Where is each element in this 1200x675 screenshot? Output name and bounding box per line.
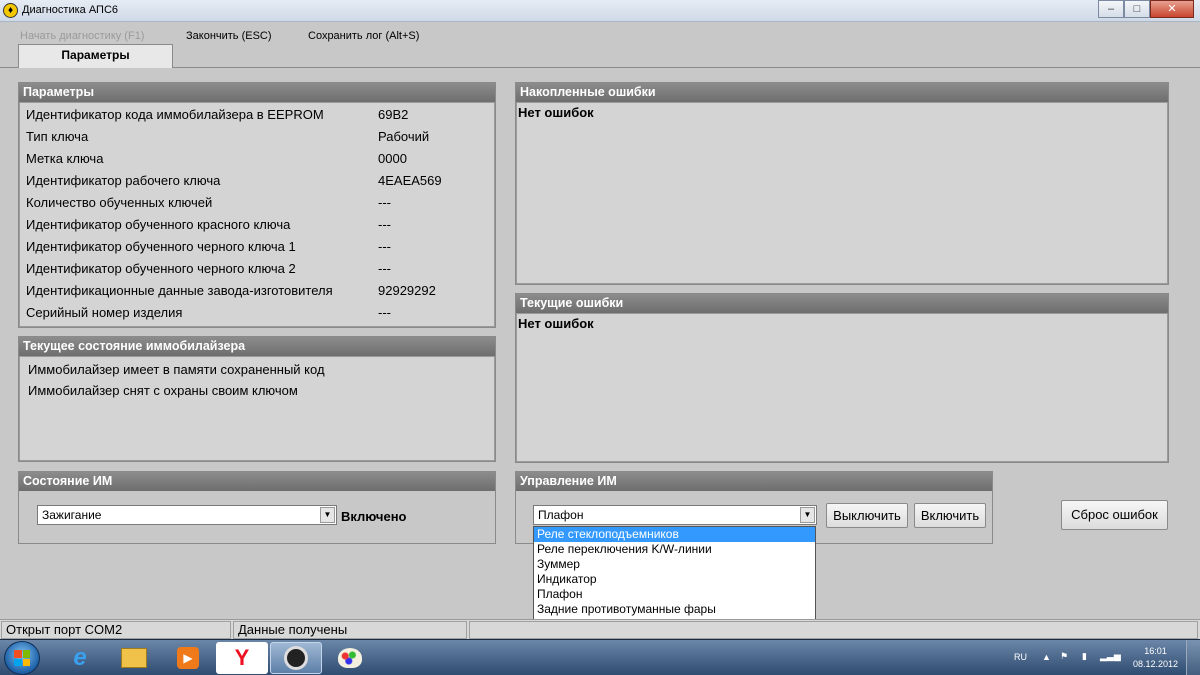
tab-strip: Параметры (0, 44, 1200, 68)
dropdown-option[interactable]: Реле стеклоподъемников (534, 527, 815, 542)
parameter-name: Идентификатор обученного черного ключа 2 (26, 261, 296, 276)
flag-icon[interactable]: ⚑ (1060, 651, 1068, 662)
parameter-value: 69B2 (378, 107, 409, 122)
dropdown-option[interactable]: Реле переключения K/W-линии (534, 542, 815, 557)
menu-save-log[interactable]: Сохранить лог (Alt+S) (308, 30, 419, 42)
signal-icon[interactable]: ▂▃▅ (1100, 651, 1121, 662)
chevron-down-icon[interactable]: ▼ (320, 507, 335, 523)
explorer-icon[interactable] (108, 642, 160, 674)
app-icon: ♦ (3, 3, 18, 18)
dropdown-option[interactable]: Плафон (534, 587, 815, 602)
current-errors-text: Нет ошибок (518, 316, 594, 331)
parameters-header: Параметры (19, 83, 495, 102)
parameter-name: Идентификатор рабочего ключа (26, 173, 221, 188)
parameter-row: Тип ключа Рабочий (20, 126, 494, 148)
parameters-list: Идентификатор кода иммобилайзера в EEPRO… (19, 102, 495, 327)
immo-state-line: Иммобилайзер снят с охраны своим ключом (28, 383, 298, 398)
close-button[interactable]: ✕ (1150, 0, 1194, 18)
parameter-row: Идентификатор обученного черного ключа 1… (20, 236, 494, 258)
chevron-down-icon[interactable]: ▼ (800, 507, 815, 523)
parameter-name: Идентификатор обученного черного ключа 1 (26, 239, 296, 254)
parameter-name: Идентификатор кода иммобилайзера в EEPRO… (26, 107, 324, 122)
im-control-header: Управление ИМ (516, 472, 992, 491)
immo-state-header: Текущее состояние иммобилайзера (19, 337, 495, 356)
im-state-select[interactable]: Зажигание ▼ (37, 505, 337, 525)
yandex-browser-icon[interactable]: Y (216, 642, 268, 674)
parameter-value: --- (378, 305, 391, 320)
ie-icon[interactable]: e (54, 642, 106, 674)
current-errors-header: Текущие ошибки (516, 294, 1168, 313)
parameter-value: --- (378, 195, 391, 210)
im-state-select-value: Зажигание (42, 508, 102, 522)
parameter-name: Тип ключа (26, 129, 89, 144)
menu-bar: Начать диагностику (F1) Закончить (ESC) … (0, 22, 1200, 44)
parameter-value: --- (378, 217, 391, 232)
parameter-row: Идентификатор обученного красного ключа -… (20, 214, 494, 236)
current-errors-panel: Текущие ошибки Нет ошибок (515, 293, 1169, 463)
parameter-row: Серийный номер изделия --- (20, 302, 494, 324)
minimize-button[interactable]: – (1098, 0, 1124, 18)
stored-errors-panel: Накопленные ошибки Нет ошибок (515, 82, 1169, 285)
im-state-panel: Состояние ИМ Зажигание ▼ Включено (18, 471, 496, 544)
clock-date: 08.12.2012 (1132, 659, 1178, 669)
parameter-row: Идентификатор кода иммобилайзера в EEPRO… (20, 104, 494, 126)
clock-time: 16:01 (1144, 646, 1167, 656)
turn-off-button[interactable]: Выключить (826, 503, 908, 528)
diagnostics-app-icon[interactable] (270, 642, 322, 674)
dropdown-option[interactable]: Индикатор (534, 572, 815, 587)
parameter-row: Идентификатор рабочего ключа 4EAEA569 (20, 170, 494, 192)
parameter-name: Идентификационные данные завода-изготови… (26, 283, 333, 298)
tray-expand-icon[interactable]: ▲ (1042, 652, 1051, 662)
menu-start-diagnostics: Начать диагностику (F1) (20, 30, 145, 42)
reset-errors-button[interactable]: Сброс ошибок (1061, 500, 1168, 530)
parameter-name: Количество обученных ключей (26, 195, 213, 210)
status-empty (469, 621, 1198, 639)
turn-on-button[interactable]: Включить (914, 503, 986, 528)
status-data: Данные получены (233, 621, 467, 639)
battery-icon[interactable]: ▮ (1082, 651, 1087, 662)
parameter-value: 0000 (378, 151, 407, 166)
parameter-value: --- (378, 239, 391, 254)
im-state-header: Состояние ИМ (19, 472, 495, 491)
parameter-value: Рабочий (378, 129, 430, 144)
menu-finish[interactable]: Закончить (ESC) (186, 30, 272, 42)
media-player-icon[interactable]: ▶ (162, 642, 214, 674)
tab-parameters[interactable]: Параметры (18, 44, 173, 68)
parameter-row: Количество обученных ключей --- (20, 192, 494, 214)
im-control-select-value: Плафон (538, 508, 584, 522)
im-control-select[interactable]: Плафон ▼ (533, 505, 817, 525)
stored-errors-text: Нет ошибок (518, 105, 594, 120)
status-port: Открыт порт COM2 (1, 621, 231, 639)
parameters-panel: Параметры Идентификатор кода иммобилайзе… (18, 82, 496, 328)
parameter-row: Идентификатор обученного черного ключа 2… (20, 258, 494, 280)
window-title: Диагностика АПС6 (22, 4, 119, 16)
immo-state-panel: Текущее состояние иммобилайзера Иммобила… (18, 336, 496, 462)
immo-state-line: Иммобилайзер имеет в памяти сохраненный … (28, 362, 325, 377)
windows-logo-icon (14, 650, 30, 666)
show-desktop-button[interactable] (1186, 640, 1200, 675)
language-indicator[interactable]: RU (1014, 652, 1027, 662)
parameter-name: Метка ключа (26, 151, 104, 166)
paint-icon[interactable] (324, 642, 376, 674)
maximize-button[interactable]: □ (1124, 0, 1150, 18)
parameter-row: Метка ключа 0000 (20, 148, 494, 170)
parameter-value: --- (378, 261, 391, 276)
parameter-row: Идентификационные данные завода-изготови… (20, 280, 494, 302)
taskbar: e ▶ Y RU ▲ ⚑ ▮ ▂▃▅ 16:01 08.12.2012 (0, 639, 1200, 675)
parameter-value: 92929292 (378, 283, 436, 298)
dropdown-option[interactable]: Задние противотуманные фары (534, 602, 815, 617)
dropdown-option[interactable]: Зуммер (534, 557, 815, 572)
start-button[interactable] (4, 641, 40, 675)
parameter-name: Серийный номер изделия (26, 305, 183, 320)
parameter-value: 4EAEA569 (378, 173, 442, 188)
im-state-status: Включено (341, 509, 407, 524)
clock[interactable]: 16:01 08.12.2012 (1133, 645, 1178, 671)
parameter-name: Идентификатор обученного красного ключа (26, 217, 291, 232)
status-bar: Открыт порт COM2 Данные получены (0, 619, 1200, 639)
title-bar: ♦ Диагностика АПС6 – □ ✕ (0, 0, 1200, 22)
stored-errors-header: Накопленные ошибки (516, 83, 1168, 102)
